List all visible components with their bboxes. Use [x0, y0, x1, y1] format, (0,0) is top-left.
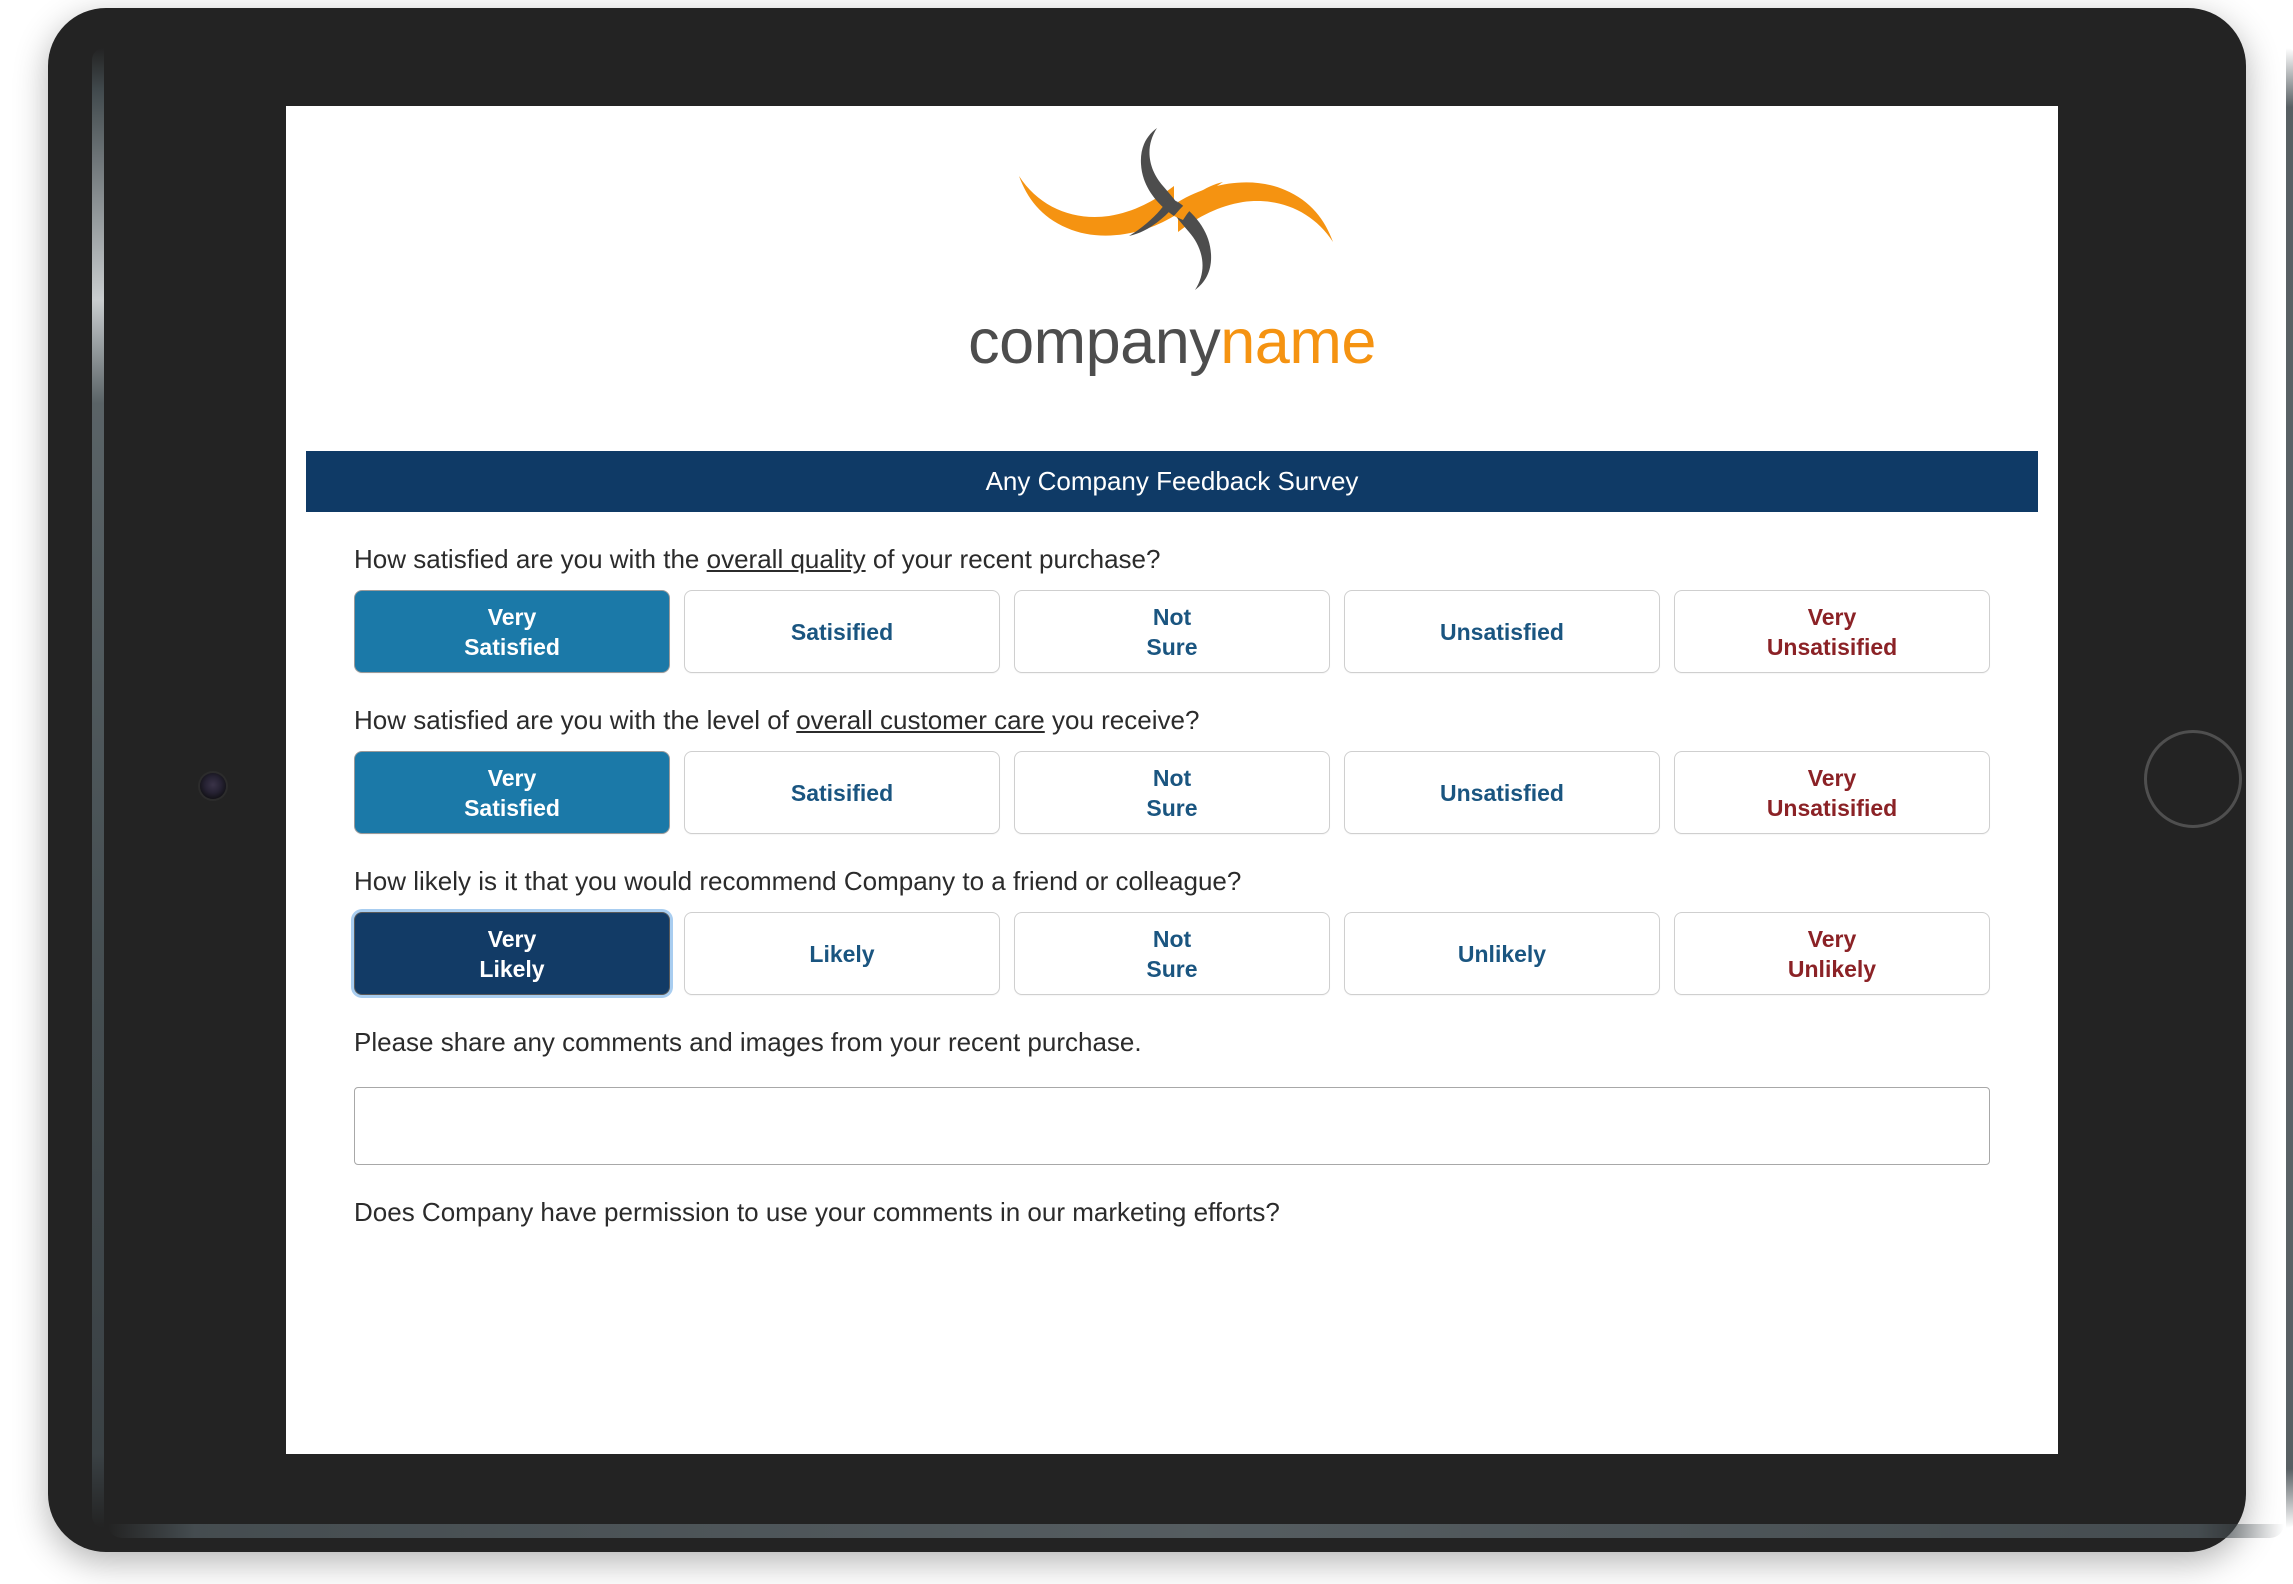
option-not-sure-care[interactable]: Not Sure: [1014, 751, 1330, 834]
device-right-edge: [2286, 48, 2293, 1528]
option-line1: Satisified: [790, 779, 894, 806]
option-very-unsatisfied-care[interactable]: Very Unsatisified: [1674, 751, 1990, 834]
option-line1: Very: [487, 764, 537, 791]
option-line1: Very: [1807, 764, 1857, 791]
page-title: Any Company Feedback Survey: [985, 466, 1359, 496]
option-not-sure-recommend[interactable]: Not Sure: [1014, 912, 1330, 995]
wordmark-company: company: [968, 307, 1221, 377]
option-row-overall-quality: Very Satisfied Satisified Not Sure Unsatis…: [354, 590, 1990, 673]
option-unlikely[interactable]: Unlikely: [1344, 912, 1660, 995]
option-very-likely[interactable]: Very Likely: [354, 912, 670, 995]
option-line1: Very: [1807, 603, 1857, 630]
company-wordmark: companyname: [286, 306, 2058, 378]
front-camera-icon: [200, 773, 226, 799]
option-very-unlikely[interactable]: Very Unlikely: [1674, 912, 1990, 995]
option-line2: Likely: [479, 955, 545, 982]
option-very-satisfied-care[interactable]: Very Satisfied: [354, 751, 670, 834]
q2-text-before: How satisfied are you with the level of: [354, 705, 797, 735]
option-satisfied-quality[interactable]: Satisified: [684, 590, 1000, 673]
comments-label: Please share any comments and images fro…: [354, 1027, 1142, 1057]
option-unsatisfied-quality[interactable]: Unsatisfied: [1344, 590, 1660, 673]
option-line2: Unsatisified: [1766, 633, 1898, 660]
option-line1: Not: [1152, 603, 1192, 630]
option-line1: Likely: [809, 940, 875, 967]
swirl-logo-icon: [991, 124, 1361, 294]
device-left-edge: [92, 48, 104, 1528]
option-not-sure-quality[interactable]: Not Sure: [1014, 590, 1330, 673]
option-line2: Unlikely: [1787, 955, 1877, 982]
option-line2: Satisfied: [464, 794, 560, 821]
option-likely[interactable]: Likely: [684, 912, 1000, 995]
question-block-overall-quality: How satisfied are you with the overall q…: [286, 512, 2058, 673]
survey-form: How satisfied are you with the overall q…: [286, 512, 2058, 1243]
option-line1: Very: [487, 603, 537, 630]
question-block-recommend: How likely is it that you would recommen…: [286, 834, 2058, 995]
option-line1: Satisified: [790, 618, 894, 645]
option-line1: Not: [1152, 764, 1192, 791]
option-line2: Sure: [1146, 633, 1198, 660]
option-very-satisfied-quality[interactable]: Very Satisfied: [354, 590, 670, 673]
option-line1: Very: [1807, 925, 1857, 952]
option-line1: Unsatisfied: [1440, 779, 1564, 806]
survey-title-bar: Any Company Feedback Survey: [306, 451, 2038, 512]
question-label-overall-quality: How satisfied are you with the overall q…: [354, 512, 1990, 590]
option-line2: Sure: [1146, 955, 1198, 982]
option-row-recommend: Very Likely Likely Not Sure Unlikely Very U…: [354, 912, 1990, 995]
question-label-customer-care: How satisfied are you with the level of …: [354, 673, 1990, 751]
question-label-permission: Does Company have permission to use your…: [354, 1197, 1280, 1227]
tablet-screen: companyname Any Company Feedback Survey …: [286, 106, 2058, 1454]
question-block-comments: Please share any comments and images fro…: [286, 995, 2058, 1073]
option-satisfied-care[interactable]: Satisified: [684, 751, 1000, 834]
option-line1: Unsatisfied: [1440, 618, 1564, 645]
option-line2: Sure: [1146, 794, 1198, 821]
option-row-customer-care: Very Satisfied Satisified Not Sure Unsatis…: [354, 751, 1990, 834]
q2-text-after: you receive?: [1044, 705, 1200, 735]
device-bottom-edge: [108, 1524, 2284, 1538]
question-block-permission: Does Company have permission to use your…: [286, 1165, 2058, 1243]
home-button-icon[interactable]: [2144, 730, 2242, 828]
q1-text-underlined: overall quality: [706, 544, 866, 574]
option-line2: Satisfied: [464, 633, 560, 660]
question-label-recommend: How likely is it that you would recommen…: [354, 866, 1242, 896]
tablet-device-frame: companyname Any Company Feedback Survey …: [48, 8, 2293, 1552]
option-line2: Unsatisified: [1766, 794, 1898, 821]
wordmark-name: name: [1220, 307, 1376, 377]
question-block-customer-care: How satisfied are you with the level of …: [286, 673, 2058, 834]
option-unsatisfied-care[interactable]: Unsatisfied: [1344, 751, 1660, 834]
q1-text-before: How satisfied are you with the: [354, 544, 707, 574]
comments-input[interactable]: [354, 1087, 1990, 1165]
option-line1: Not: [1152, 925, 1192, 952]
company-logo: companyname: [286, 106, 2058, 442]
option-line1: Very: [487, 925, 537, 952]
option-line1: Unlikely: [1457, 940, 1547, 967]
q2-text-underlined: overall customer care: [796, 705, 1045, 735]
option-very-unsatisfied-quality[interactable]: Very Unsatisified: [1674, 590, 1990, 673]
q1-text-after: of your recent purchase?: [865, 544, 1161, 574]
